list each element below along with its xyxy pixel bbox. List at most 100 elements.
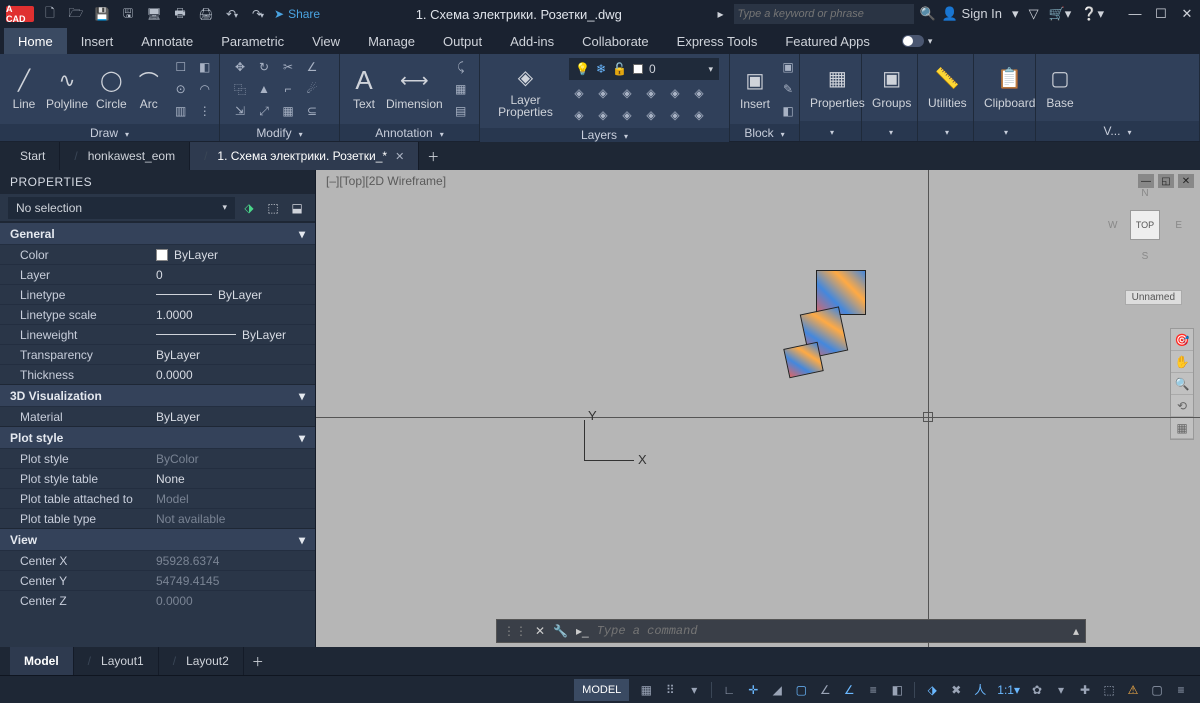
filetab-start[interactable]: Start	[6, 142, 60, 170]
viewcube[interactable]: TOP N S E W	[1110, 190, 1180, 260]
prop-lineweight[interactable]: LineweightByLayer	[0, 324, 315, 344]
erase-icon[interactable]: ∠	[302, 58, 322, 76]
panel-label-utilities-dd[interactable]	[918, 121, 973, 141]
tool-groups[interactable]: ▣Groups	[872, 66, 911, 110]
block-icon-3[interactable]: ◧	[778, 102, 798, 120]
move-icon[interactable]: ✥	[230, 58, 250, 76]
anno-icon-3[interactable]: ▤	[451, 102, 471, 120]
layer-icon-10[interactable]: ◈	[641, 106, 661, 124]
layer-icon-12[interactable]: ◈	[689, 106, 709, 124]
new-icon[interactable]: 🗋	[40, 4, 60, 24]
sb-polar-icon[interactable]: ✛	[742, 679, 764, 701]
tool-arc[interactable]: ⌒Arc	[135, 67, 163, 111]
sb-grid-icon[interactable]: ▦	[635, 679, 657, 701]
tool-text[interactable]: AText	[350, 67, 378, 111]
ucs-name-tag[interactable]: Unnamed	[1125, 290, 1182, 305]
layout-tab-model[interactable]: Model	[10, 647, 74, 675]
section-plotstyle[interactable]: Plot style▾	[0, 426, 315, 448]
tab-featured[interactable]: Featured Apps	[771, 28, 884, 54]
tool-properties[interactable]: ▦Properties	[810, 66, 865, 110]
panel-label-block[interactable]: Block	[730, 124, 799, 141]
help-icon[interactable]: ❔▾	[1081, 6, 1104, 22]
draw-icon-6[interactable]: ⋮	[195, 102, 215, 120]
nav-wheel-icon[interactable]: 🎯	[1171, 329, 1193, 351]
tab-parametric[interactable]: Parametric	[207, 28, 298, 54]
layer-icon-6[interactable]: ◈	[689, 84, 709, 102]
layer-icon-8[interactable]: ◈	[593, 106, 613, 124]
tab-addins[interactable]: Add-ins	[496, 28, 568, 54]
panel-label-view[interactable]: V...	[1036, 121, 1199, 141]
filetab-honkawest[interactable]: honkawest_eom	[60, 142, 190, 170]
sb-osnap-icon[interactable]: ▢	[790, 679, 812, 701]
layer-icon-2[interactable]: ◈	[593, 84, 613, 102]
cmdline-history-icon[interactable]: ▴	[1073, 624, 1079, 638]
block-icon-2[interactable]: ✎	[778, 80, 798, 98]
rotate-icon[interactable]: ↻	[254, 58, 274, 76]
tab-express[interactable]: Express Tools	[663, 28, 772, 54]
tab-view[interactable]: View	[298, 28, 354, 54]
nav-orbit-icon[interactable]: ⟲	[1171, 395, 1193, 417]
section-view[interactable]: View▾	[0, 528, 315, 550]
viewcube-n[interactable]: N	[1141, 188, 1148, 199]
prop-ltscale[interactable]: Linetype scale1.0000	[0, 304, 315, 324]
viewcube-s[interactable]: S	[1142, 251, 1149, 262]
stretch-icon[interactable]: ⇲	[230, 102, 250, 120]
sb-transparency-icon[interactable]: ◧	[886, 679, 908, 701]
prop-linetype[interactable]: LinetypeByLayer	[0, 284, 315, 304]
tool-clipboard[interactable]: 📋Clipboard	[984, 66, 1035, 110]
maximize-button[interactable]: ☐	[1154, 6, 1168, 22]
panel-label-modify[interactable]: Modify	[220, 124, 339, 141]
offset-icon[interactable]: ⊆	[302, 102, 322, 120]
drawing-viewport[interactable]: [‒][Top][2D Wireframe] — ◱ ✕ TOP N S E W…	[316, 170, 1200, 647]
draw-icon-2[interactable]: ◧	[195, 58, 215, 76]
ribbon-switch[interactable]: ▾	[902, 28, 933, 54]
tab-home[interactable]: Home	[4, 28, 67, 54]
mirror-icon[interactable]: ▲	[254, 80, 274, 98]
tool-base-view[interactable]: ▢Base	[1046, 66, 1074, 110]
save-icon[interactable]: 💾	[92, 4, 112, 24]
print-icon[interactable]: 🖨	[196, 4, 216, 24]
tab-manage[interactable]: Manage	[354, 28, 429, 54]
pickadd-icon[interactable]: ⬓	[287, 198, 307, 218]
layer-icon-5[interactable]: ◈	[665, 84, 685, 102]
layer-dropdown[interactable]: 💡❄🔓0▾	[569, 58, 719, 80]
sb-workspace-icon[interactable]: ✿	[1026, 679, 1048, 701]
minimize-button[interactable]: —	[1128, 6, 1142, 22]
nav-zoom-icon[interactable]: 🔍	[1171, 373, 1193, 395]
layer-icon-7[interactable]: ◈	[569, 106, 589, 124]
command-line[interactable]: ⋮⋮ ✕ 🔧 ▸_ ▴	[496, 619, 1086, 643]
sb-annoscale-label[interactable]: 1:1 ▾	[993, 679, 1024, 701]
section-3dviz[interactable]: 3D Visualization▾	[0, 384, 315, 406]
draw-icon-1[interactable]: ☐	[171, 58, 191, 76]
tool-utilities[interactable]: 📏Utilities	[928, 66, 967, 110]
sb-units-icon[interactable]: ▾	[1050, 679, 1072, 701]
plot-icon[interactable]: 🖶	[170, 4, 190, 24]
signin-dropdown[interactable]: ▾	[1012, 6, 1019, 22]
open-icon[interactable]: 🗁	[66, 4, 86, 24]
share-button[interactable]: ➤Share	[274, 7, 320, 21]
vp-maximize-icon[interactable]: ◱	[1158, 174, 1174, 188]
panel-label-draw[interactable]: Draw	[0, 124, 219, 141]
app-logo[interactable]: A CAD	[6, 6, 34, 22]
copy-icon[interactable]: ⿻	[230, 80, 250, 98]
tool-layer-properties[interactable]: ◈Layer Properties	[490, 64, 561, 118]
layer-icon-1[interactable]: ◈	[569, 84, 589, 102]
viewcube-w[interactable]: W	[1108, 220, 1117, 231]
vp-minimize-icon[interactable]: —	[1138, 174, 1154, 188]
sb-modelspace[interactable]: MODEL	[574, 679, 629, 701]
viewport-label[interactable]: [‒][Top][2D Wireframe]	[326, 174, 446, 188]
cmdline-customize-icon[interactable]: 🔧	[553, 624, 568, 638]
sb-lockui-icon[interactable]: ⬚	[1098, 679, 1120, 701]
selectobjects-icon[interactable]: ⬚	[263, 198, 283, 218]
redo-icon[interactable]: ↷	[248, 4, 268, 24]
vp-close-icon[interactable]: ✕	[1178, 174, 1194, 188]
table-icon[interactable]: ▦	[451, 80, 471, 98]
close-button[interactable]: ✕	[1180, 6, 1194, 22]
leader-icon[interactable]: ⤹	[451, 58, 471, 76]
panel-label-properties-dd[interactable]	[800, 121, 861, 141]
sb-annoscale-icon[interactable]: 人	[969, 679, 991, 701]
tool-line[interactable]: ╱Line	[10, 67, 38, 111]
selection-dropdown[interactable]: No selection▾	[8, 197, 235, 219]
nav-pan-icon[interactable]: ✋	[1171, 351, 1193, 373]
nav-showmotion-icon[interactable]: ▦	[1171, 417, 1193, 439]
